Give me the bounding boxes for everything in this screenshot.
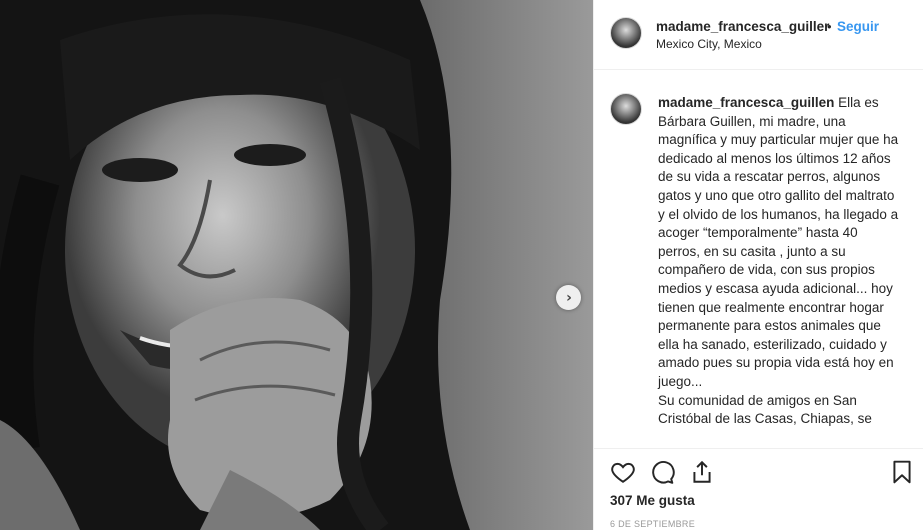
post-actions: 307 Me gusta 6 DE SEPTIEMBRE <box>594 448 923 530</box>
location-link[interactable]: Mexico City, Mexico <box>656 37 762 51</box>
heart-icon[interactable] <box>610 459 636 485</box>
post-side-panel: madame_francesca_guiller • Seguir Mexico… <box>593 0 923 530</box>
post-date: 6 DE SEPTIEMBRE <box>610 519 696 529</box>
share-icon[interactable] <box>689 459 715 485</box>
post-photo: › <box>0 0 593 530</box>
caption-text-continued: Su comunidad de amigos en San Cristóbal … <box>658 392 872 427</box>
author-username[interactable]: madame_francesca_guiller <box>656 19 829 34</box>
separator-dot: • <box>827 19 832 34</box>
caption-text: Ella es Bárbara Guillen, mi madre, una m… <box>658 95 899 389</box>
post-caption: madame_francesca_guillen Ella es Bárbara… <box>658 94 903 429</box>
comments-section[interactable]: madame_francesca_guillen Ella es Bárbara… <box>594 71 923 448</box>
post-header: madame_francesca_guiller • Seguir Mexico… <box>594 0 923 70</box>
author-avatar[interactable] <box>610 17 642 49</box>
caption-author[interactable]: madame_francesca_guillen <box>658 95 834 110</box>
next-photo-button[interactable]: › <box>556 285 581 310</box>
follow-button[interactable]: Seguir <box>837 19 879 34</box>
portrait-photo-illustration <box>0 0 593 530</box>
bookmark-icon[interactable] <box>889 459 915 485</box>
chevron-right-icon: › <box>566 289 572 306</box>
comment-icon[interactable] <box>649 459 675 485</box>
caption-author-avatar[interactable] <box>610 93 642 125</box>
likes-count[interactable]: 307 Me gusta <box>610 493 695 508</box>
